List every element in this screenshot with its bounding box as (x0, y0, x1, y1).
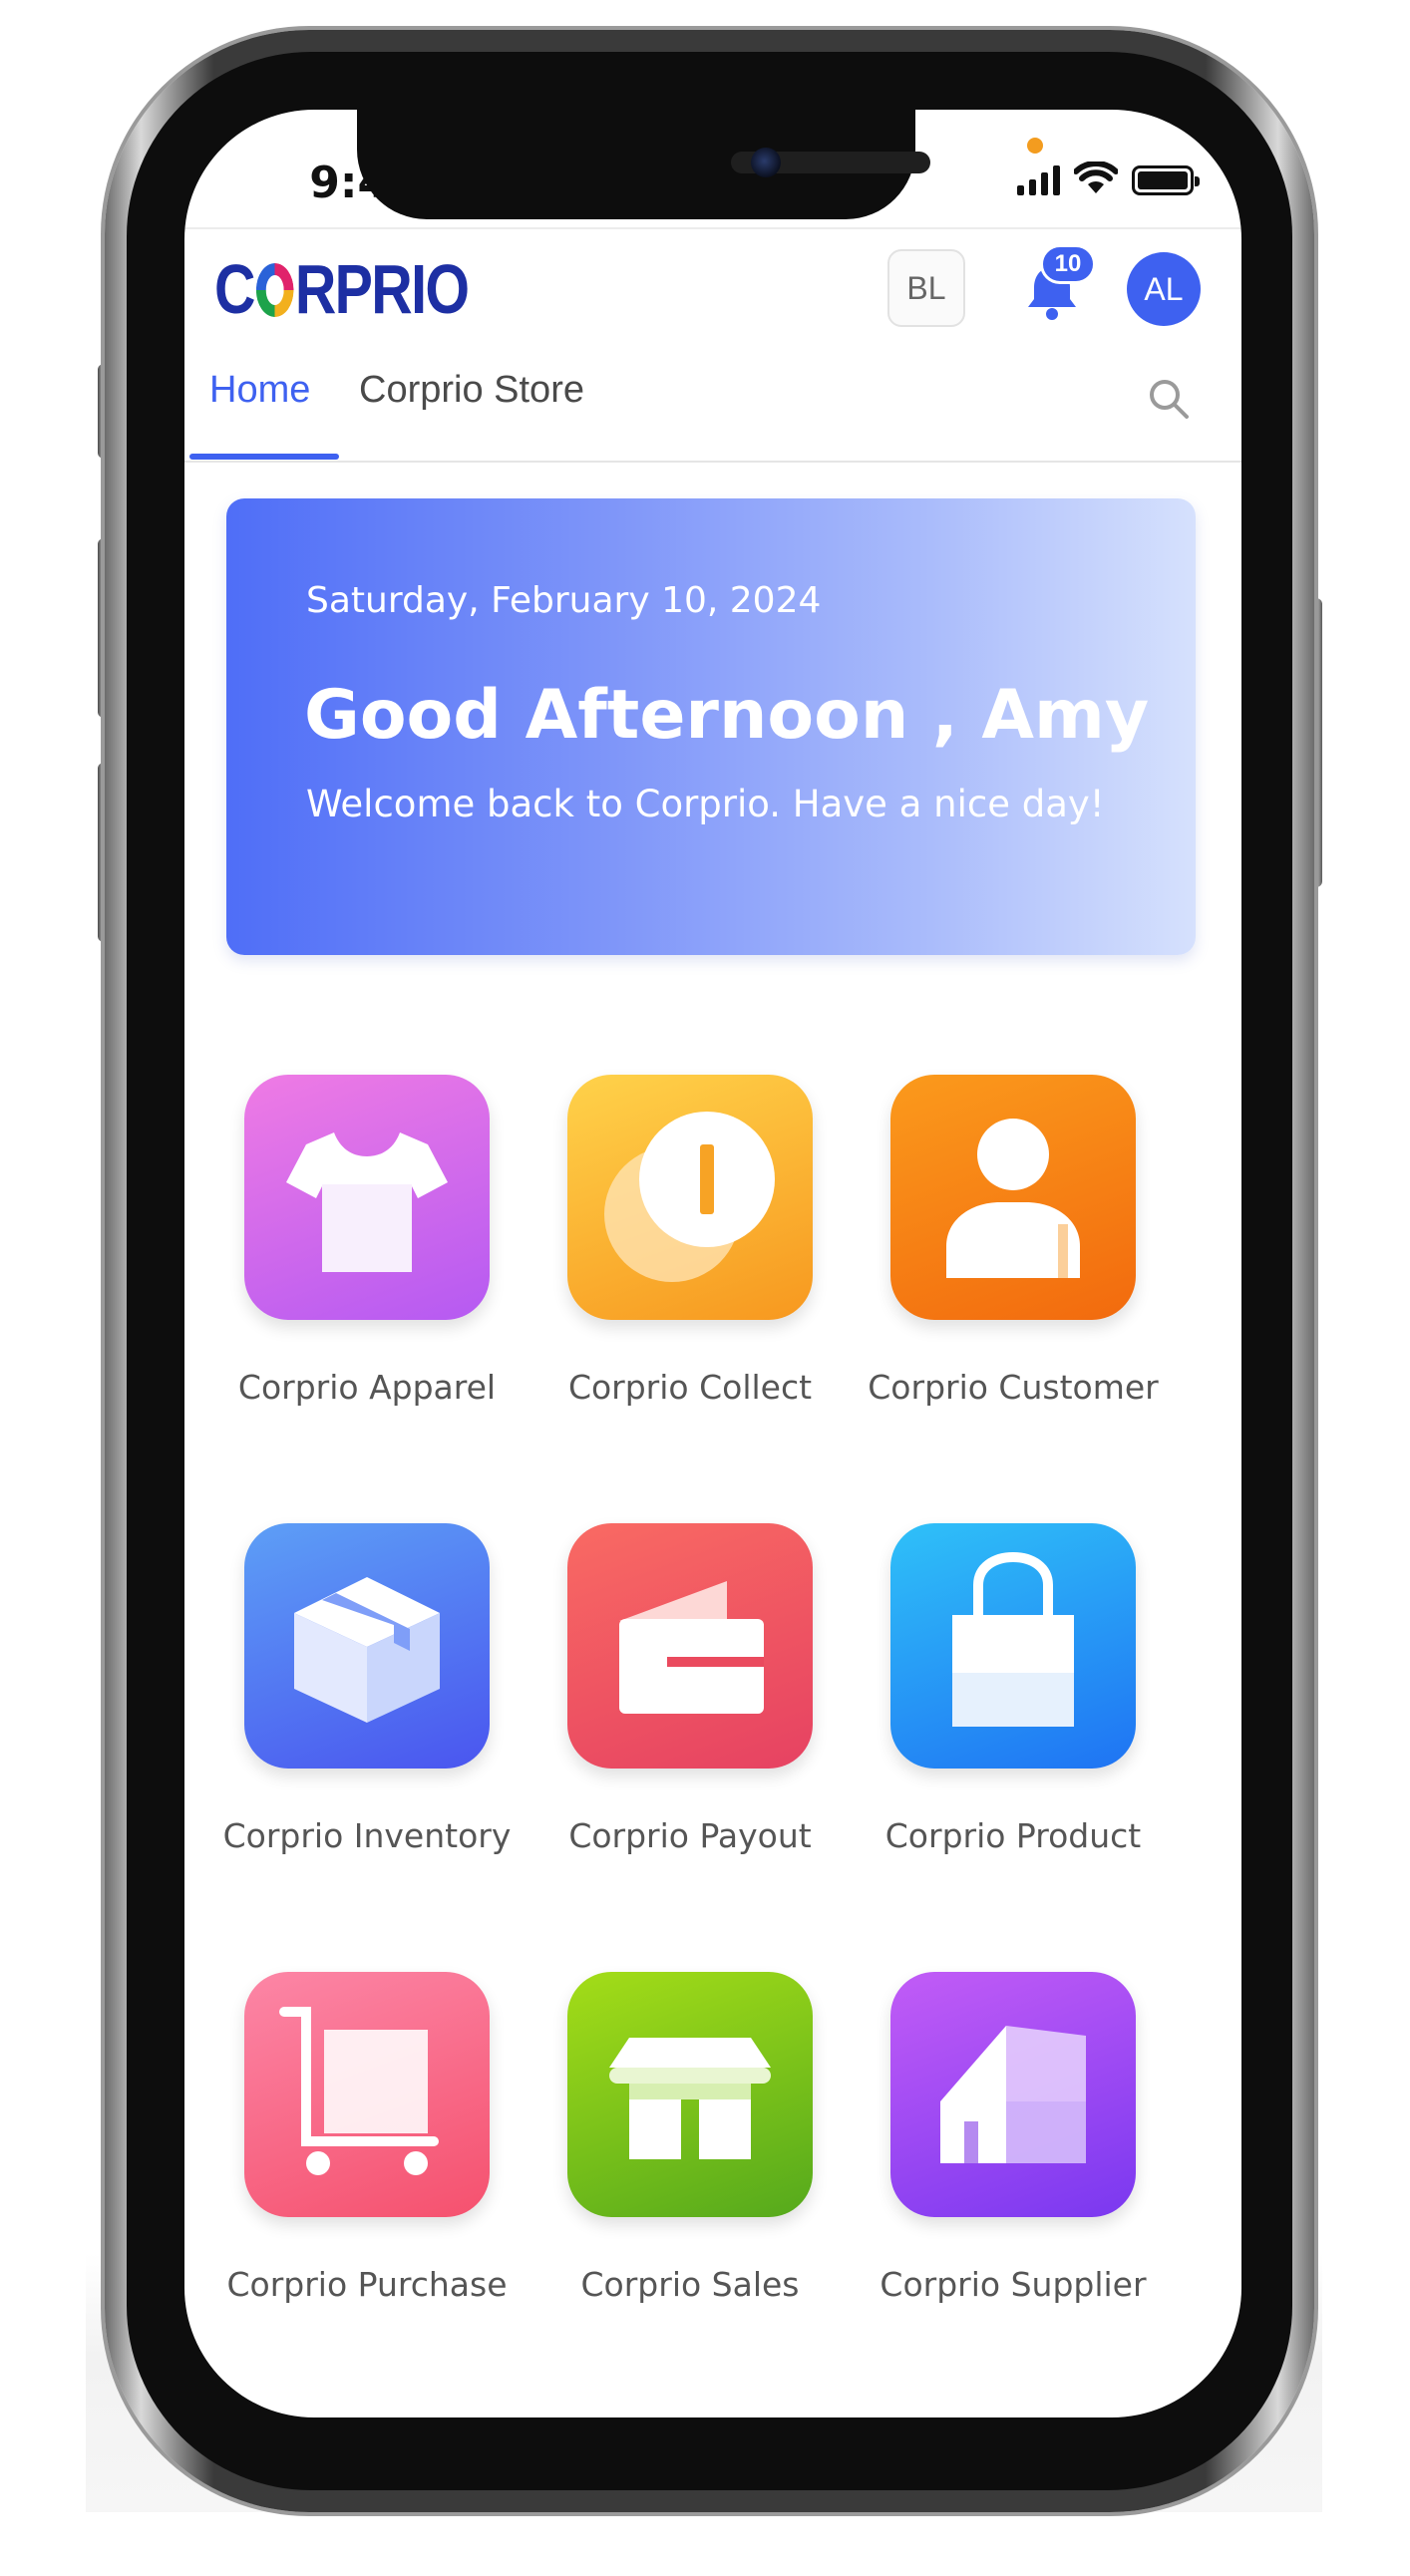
storefront-icon (567, 1972, 813, 2217)
phone-notch (357, 110, 930, 219)
tshirt-icon (244, 1075, 490, 1320)
coin-icon (567, 1075, 813, 1320)
app-corprio-collect[interactable]: Corprio Collect (540, 1075, 840, 1414)
battery-icon (1132, 165, 1200, 195)
banner-greeting: Good Afternoon , Amy (304, 676, 1150, 755)
app-label: Corprio Product (884, 1816, 1142, 1855)
app-corprio-sales[interactable]: Corprio Sales (540, 1972, 840, 2311)
app-screen: 9:41 CRPRIO BL 10 AL Home Corprio Store (184, 110, 1241, 2417)
app-corprio-apparel[interactable]: Corprio Apparel (217, 1075, 517, 1414)
greeting-banner: Saturday, February 10, 2024 Good Afterno… (226, 498, 1196, 955)
corprio-logo[interactable]: C RPRIO (214, 249, 470, 329)
header-divider (184, 227, 1241, 229)
tab-corprio-store[interactable]: Corprio Store (359, 369, 584, 412)
app-label: Corprio Purchase (226, 2265, 508, 2304)
app-corprio-product[interactable]: Corprio Product (864, 1523, 1163, 1862)
tab-home[interactable]: Home (209, 369, 310, 412)
shopping-bag-icon (890, 1523, 1136, 1769)
app-label: Corprio Customer (868, 1368, 1159, 1407)
app-corprio-inventory[interactable]: Corprio Inventory (217, 1523, 517, 1862)
search-icon[interactable] (1147, 377, 1191, 421)
branch-button[interactable]: BL (887, 249, 965, 327)
notification-count-badge: 10 (1040, 244, 1096, 284)
app-label: Corprio Payout (568, 1816, 812, 1855)
user-avatar[interactable]: AL (1127, 252, 1201, 326)
status-icons (1017, 161, 1200, 195)
phone-frame: 9:41 CRPRIO BL 10 AL Home Corprio Store (105, 30, 1314, 2512)
cellular-signal-icon (1017, 163, 1060, 195)
app-corprio-payout[interactable]: Corprio Payout (540, 1523, 840, 1862)
privacy-indicator (1027, 138, 1043, 154)
app-label: Corprio Sales (580, 2265, 800, 2304)
app-corprio-purchase[interactable]: Corprio Purchase (217, 1972, 517, 2311)
app-label: Corprio Inventory (222, 1816, 512, 1855)
banner-date: Saturday, February 10, 2024 (306, 580, 822, 621)
active-tab-indicator (189, 454, 339, 460)
front-camera (751, 148, 781, 177)
app-label: Corprio Apparel (237, 1368, 497, 1407)
tabs-divider (184, 461, 1241, 463)
person-icon (890, 1075, 1136, 1320)
app-corprio-customer[interactable]: Corprio Customer (864, 1075, 1163, 1414)
warehouse-icon (890, 1972, 1136, 2217)
wallet-icon (567, 1523, 813, 1769)
cart-icon (244, 1972, 490, 2217)
box-icon (244, 1523, 490, 1769)
app-corprio-supplier[interactable]: Corprio Supplier (864, 1972, 1163, 2311)
banner-welcome-message: Welcome back to Corprio. Have a nice day… (306, 783, 1105, 825)
app-label: Corprio Collect (567, 1368, 813, 1407)
wifi-icon (1074, 161, 1118, 193)
app-label: Corprio Supplier (880, 2265, 1147, 2304)
